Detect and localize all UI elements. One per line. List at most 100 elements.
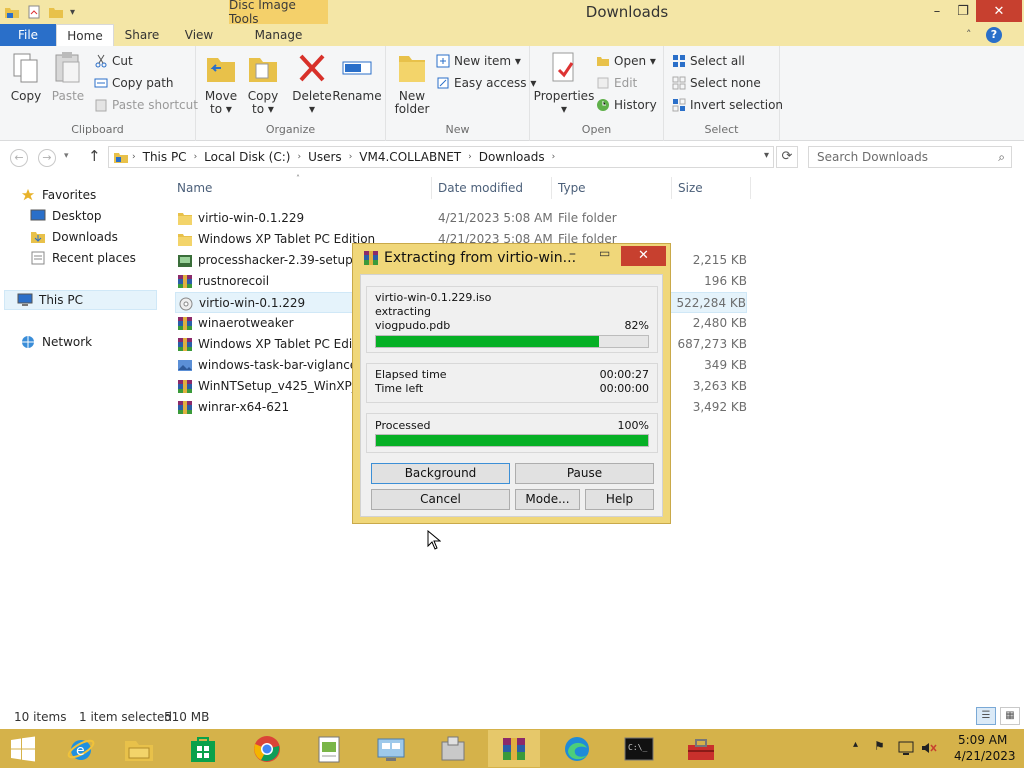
close-button[interactable]: ✕ [976,0,1022,22]
select-all-button[interactable]: Select all [672,52,745,70]
crumb-separator: › [132,152,136,162]
breadcrumb-this-pc[interactable]: This PC [139,150,191,164]
breadcrumb-downloads[interactable]: Downloads [475,150,549,164]
volume-muted-icon[interactable] [920,740,938,756]
nav-favorites[interactable]: Favorites [20,185,96,205]
column-size[interactable]: Size [678,181,703,195]
file-row[interactable]: virtio-win-0.1.229 4/21/2023 5:08 AM File … [175,208,747,229]
nav-network[interactable]: Network [20,332,92,352]
search-input[interactable]: Search Downloads ⌕ [808,146,1012,168]
dialog-maximize-button[interactable]: ▭ [599,246,610,260]
mode-button[interactable]: Mode... [515,489,580,510]
details-view-icon[interactable]: ☰ [976,707,996,725]
taskbar-toolbox[interactable] [678,730,724,767]
tab-manage[interactable]: Manage [229,24,328,46]
start-button[interactable] [0,730,46,767]
history-button[interactable]: History [596,96,657,114]
taskbar-notepad[interactable] [306,730,352,767]
breadcrumb-user-folder[interactable]: VM4.COLLABNET [355,150,465,164]
taskbar-winrar[interactable] [488,730,540,767]
open-button[interactable]: Open ▾ [596,52,656,70]
column-type[interactable]: Type [558,181,586,195]
column-name[interactable]: Name [177,181,212,195]
item-count: 10 items [14,710,67,724]
copy-to-button[interactable]: Copy to ▾ [246,50,280,116]
column-divider[interactable] [671,177,672,199]
taskbar-chrome[interactable] [244,730,290,767]
processed-progress-bar [375,434,649,447]
time-left-label: Time left [375,382,424,395]
tab-home[interactable]: Home [56,24,114,47]
dialog-title-bar[interactable]: Extracting from virtio-win... – ▭ ✕ [353,244,670,272]
new-folder-button[interactable]: New folder [394,50,430,116]
copy-button[interactable]: Copy [8,50,44,103]
tab-file[interactable]: File [0,24,56,46]
breadcrumb-local-disk[interactable]: Local Disk (C:) [200,150,294,164]
nav-this-pc[interactable]: This PC [4,290,157,310]
taskbar-tools[interactable] [430,730,476,767]
taskbar-file-explorer[interactable] [116,730,162,767]
network-tray-icon[interactable] [898,740,914,756]
tray-overflow-icon[interactable]: ▴ [853,739,858,750]
dialog-close-button[interactable]: ✕ [621,246,666,266]
new-item-icon [436,54,450,68]
rename-button[interactable]: Rename [332,50,382,103]
taskbar-cmd[interactable]: C:\_ [616,730,662,767]
taskbar-store[interactable] [180,730,226,767]
nav-recent-places-label: Recent places [52,251,136,265]
select-none-button[interactable]: Select none [672,74,761,92]
action-center-flag-icon[interactable]: ⚑ [874,739,885,753]
organize-group: Move to ▾ Copy to ▾ Delete ▾ Rename Orga… [196,46,386,141]
help-button[interactable]: Help [585,489,654,510]
winrar-icon [178,317,192,330]
maximize-button[interactable]: ❐ [950,0,976,22]
delete-button[interactable]: Delete ▾ [292,50,332,116]
up-button[interactable]: ↑ [88,147,101,165]
background-button[interactable]: Background [371,463,510,484]
cancel-button[interactable]: Cancel [371,489,510,510]
copy-path-button[interactable]: Copy path [94,74,174,92]
forward-button[interactable]: → [38,149,56,167]
back-button[interactable]: ← [10,149,28,167]
file-name: winrar-x64-621 [198,400,290,414]
copy-to-icon [249,58,277,82]
pause-button[interactable]: Pause [515,463,654,484]
address-dropdown-icon[interactable]: ▾ [764,150,769,161]
new-group: New folder New item ▾ Easy access ▾ New [386,46,536,141]
column-divider[interactable] [551,177,552,199]
breadcrumb-users[interactable]: Users [304,150,346,164]
minimize-button[interactable]: – [924,0,950,22]
ribbon-collapse-icon[interactable]: ˄ [966,28,972,41]
file-name: rustnorecoil [198,274,270,288]
taskbar-edge[interactable] [554,730,600,767]
address-bar[interactable]: › This PC › Local Disk (C:) › Users › VM… [108,146,774,168]
edit-button[interactable]: Edit [596,74,637,92]
new-item-button[interactable]: New item ▾ [436,52,521,70]
clock-date[interactable]: 4/21/2023 [954,749,1016,763]
nav-recent-places[interactable]: Recent places [30,248,136,268]
paste-shortcut-button[interactable]: Paste shortcut [94,96,198,114]
recent-locations-icon[interactable]: ▾ [64,151,69,161]
dialog-minimize-button[interactable]: – [569,246,576,262]
cut-button[interactable]: Cut [94,52,133,70]
help-icon[interactable]: ? [986,27,1002,43]
nav-desktop[interactable]: Desktop [30,206,102,226]
refresh-button[interactable]: ⟳ [776,146,798,168]
file-size: 349 KB [704,358,747,372]
copy-path-icon [94,78,108,88]
taskbar-internet-explorer[interactable]: e [58,730,104,767]
tab-view[interactable]: View [174,24,224,46]
column-date-modified[interactable]: Date modified [438,181,523,195]
easy-access-button[interactable]: Easy access ▾ [436,74,536,92]
invert-selection-button[interactable]: Invert selection [672,96,783,114]
taskbar-control-panel[interactable] [368,730,414,767]
tab-share[interactable]: Share [116,24,168,46]
properties-button[interactable]: Properties ▾ [534,50,594,116]
clock-time[interactable]: 5:09 AM [958,733,1007,747]
column-divider[interactable] [750,177,751,199]
move-to-button[interactable]: Move to ▾ [204,50,238,116]
large-icons-view-icon[interactable]: ▦ [1000,707,1020,725]
nav-downloads[interactable]: Downloads [30,227,118,247]
column-divider[interactable] [431,177,432,199]
paste-button[interactable]: Paste [50,50,86,103]
